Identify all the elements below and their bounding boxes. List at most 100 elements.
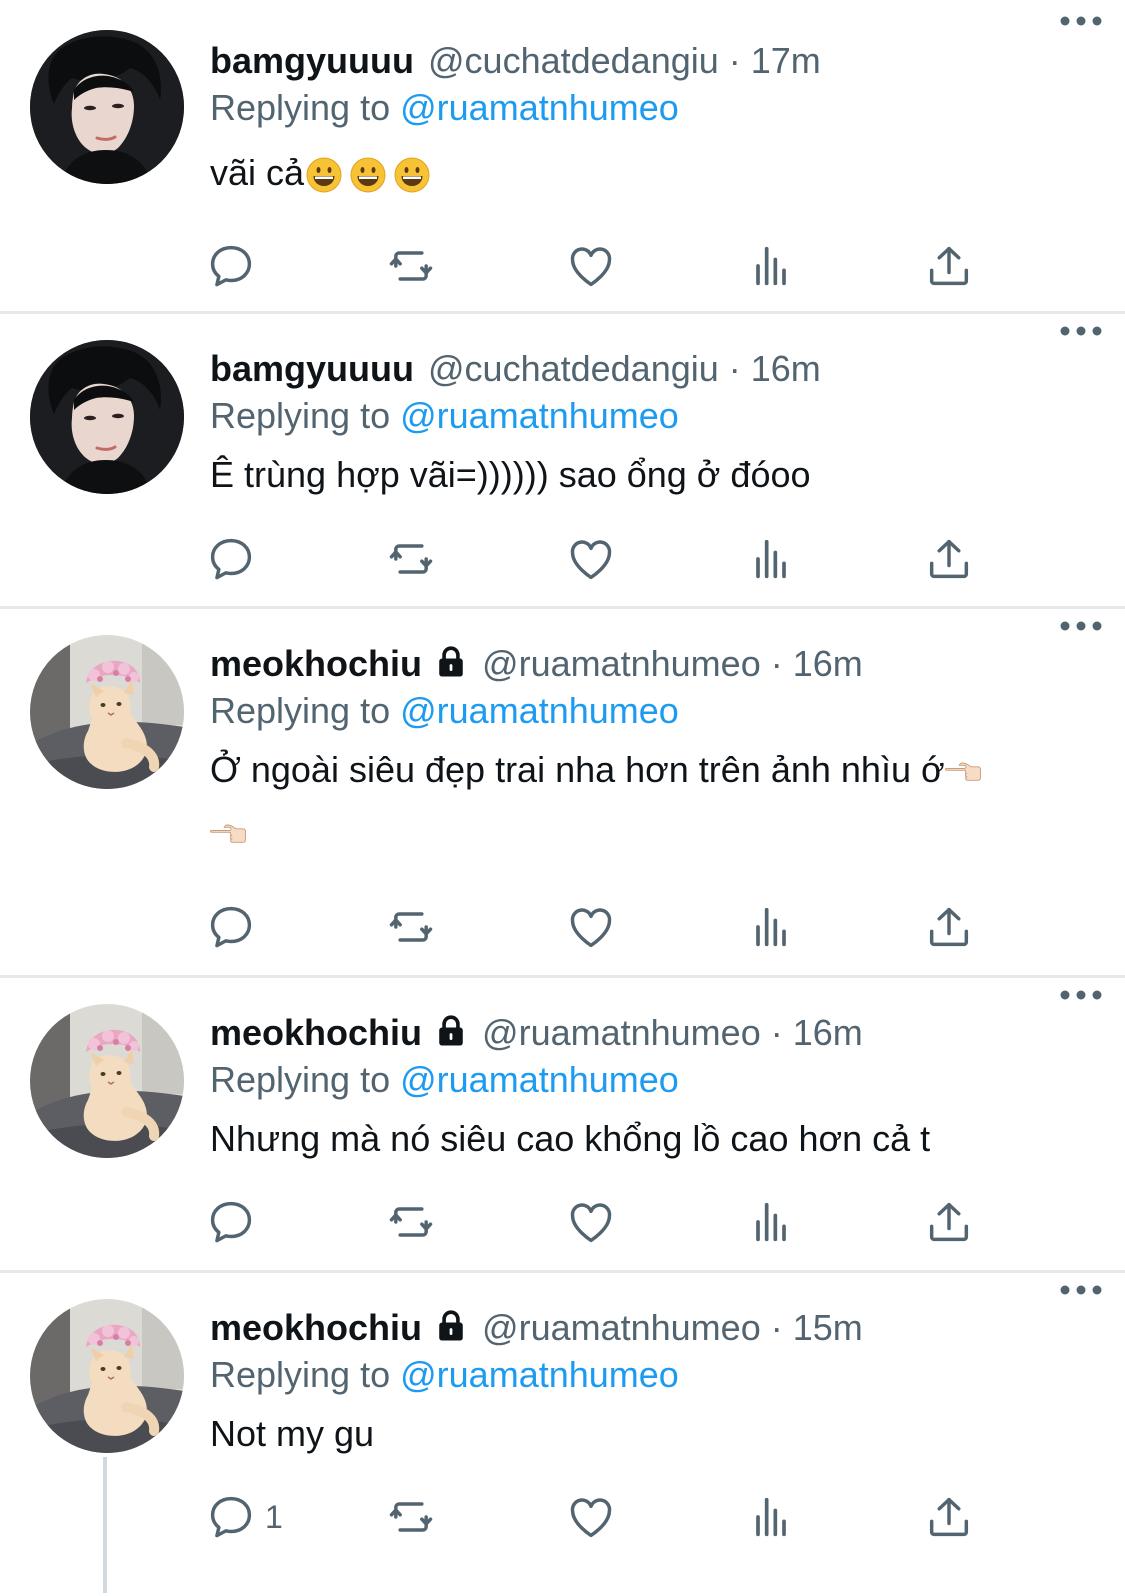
retweet-icon [385, 533, 437, 585]
replying-to-mention[interactable]: @ruamatnhumeo [400, 87, 679, 128]
avatar[interactable] [30, 30, 184, 184]
tweet-actions [205, 897, 985, 957]
replying-to-mention[interactable]: @ruamatnhumeo [400, 1059, 679, 1100]
views-button[interactable] [745, 1487, 797, 1547]
share-button[interactable] [923, 529, 975, 589]
tweet-content: bamgyuuuu @cuchatdedangiu · 16m Replying… [210, 346, 1085, 506]
like-button[interactable] [565, 897, 617, 957]
like-button[interactable] [565, 1487, 617, 1547]
share-icon [923, 1491, 975, 1543]
replying-to: Replying to @ruamatnhumeo [210, 687, 1085, 735]
avatar[interactable] [30, 635, 184, 789]
avatar[interactable] [30, 1299, 184, 1453]
share-button[interactable] [923, 236, 975, 296]
tweet-content: meokhochiu @ruamatnhumeo · 16m Replying … [210, 641, 1085, 863]
share-button[interactable] [923, 897, 975, 957]
reply-button[interactable] [205, 529, 265, 589]
tweet-header: meokhochiu @ruamatnhumeo · 15m [210, 1305, 1085, 1351]
views-button[interactable] [745, 897, 797, 957]
more-icon[interactable] [1059, 14, 1103, 28]
display-name[interactable]: meokhochiu [210, 1012, 422, 1054]
reply-button[interactable] [205, 897, 265, 957]
tweet-header: bamgyuuuu @cuchatdedangiu · 17m [210, 38, 1085, 84]
views-button[interactable] [745, 529, 797, 589]
timestamp[interactable]: 15m [793, 1307, 863, 1349]
timestamp[interactable]: 16m [793, 643, 863, 685]
user-handle[interactable]: @ruamatnhumeo [482, 1307, 761, 1349]
cat-avatar-image [30, 1004, 184, 1158]
views-icon [745, 1491, 797, 1543]
replying-to-mention[interactable]: @ruamatnhumeo [400, 395, 679, 436]
retweet-button[interactable] [385, 529, 437, 589]
grinning-face-emoji [394, 157, 430, 193]
replying-to: Replying to @ruamatnhumeo [210, 392, 1085, 440]
user-handle[interactable]: @ruamatnhumeo [482, 643, 761, 685]
user-handle[interactable]: @ruamatnhumeo [482, 1012, 761, 1054]
display-name[interactable]: bamgyuuuu [210, 40, 414, 82]
share-button[interactable] [923, 1487, 975, 1547]
display-name[interactable]: meokhochiu [210, 643, 422, 685]
views-icon [745, 901, 797, 953]
display-name[interactable]: bamgyuuuu [210, 348, 414, 390]
share-button[interactable] [923, 1192, 975, 1252]
person-avatar-image [30, 30, 184, 184]
pointing-left-emoji [945, 760, 985, 784]
cat-avatar-image [30, 1299, 184, 1453]
heart-icon [565, 901, 617, 953]
reply-button[interactable] [205, 1192, 265, 1252]
heart-icon [565, 1491, 617, 1543]
lock-icon [434, 1308, 468, 1344]
replying-to-mention[interactable]: @ruamatnhumeo [400, 1354, 679, 1395]
lock-icon [434, 1013, 468, 1049]
tweet-text: Nhưng mà nó siêu cao khổng lồ cao hơn cả… [210, 1108, 1085, 1170]
reply-icon [205, 533, 257, 585]
more-icon[interactable] [1059, 1283, 1103, 1297]
separator: · [770, 1012, 783, 1053]
like-button[interactable] [565, 1192, 617, 1252]
like-button[interactable] [565, 236, 617, 296]
more-icon[interactable] [1059, 988, 1103, 1002]
separator: · [728, 348, 741, 389]
replying-to: Replying to @ruamatnhumeo [210, 1351, 1085, 1399]
retweet-button[interactable] [385, 236, 437, 296]
more-icon[interactable] [1059, 619, 1103, 633]
tweet[interactable]: bamgyuuuu @cuchatdedangiu · 16m Replying… [0, 314, 1125, 609]
replying-to-mention[interactable]: @ruamatnhumeo [400, 690, 679, 731]
more-icon[interactable] [1059, 324, 1103, 338]
tweet-text: Not my gu [210, 1403, 1085, 1465]
replying-to: Replying to @ruamatnhumeo [210, 84, 1085, 132]
replying-prefix: Replying to [210, 690, 391, 731]
avatar[interactable] [30, 1004, 184, 1158]
timeline: bamgyuuuu @cuchatdedangiu · 17m Replying… [0, 0, 1125, 1593]
reply-icon [205, 240, 257, 292]
tweet[interactable]: meokhochiu @ruamatnhumeo · 16m Replying … [0, 609, 1125, 978]
reply-icon [205, 1196, 257, 1248]
views-button[interactable] [745, 236, 797, 296]
reply-button[interactable]: 1 [205, 1487, 283, 1547]
timestamp[interactable]: 16m [751, 348, 821, 390]
tweet[interactable]: meokhochiu @ruamatnhumeo · 15m Replying … [0, 1273, 1125, 1593]
heart-icon [565, 240, 617, 292]
views-icon [745, 533, 797, 585]
timestamp[interactable]: 17m [751, 40, 821, 82]
retweet-button[interactable] [385, 897, 437, 957]
tweet[interactable]: bamgyuuuu @cuchatdedangiu · 17m Replying… [0, 0, 1125, 314]
user-handle[interactable]: @cuchatdedangiu [428, 40, 719, 82]
like-button[interactable] [565, 529, 617, 589]
user-handle[interactable]: @cuchatdedangiu [428, 348, 719, 390]
retweet-button[interactable] [385, 1192, 437, 1252]
display-name[interactable]: meokhochiu [210, 1307, 422, 1349]
tweet[interactable]: meokhochiu @ruamatnhumeo · 16m Replying … [0, 978, 1125, 1273]
retweet-icon [385, 240, 437, 292]
tweet-actions [205, 236, 985, 296]
views-button[interactable] [745, 1192, 797, 1252]
tweet-text-content: vãi cả [210, 152, 305, 193]
replying-prefix: Replying to [210, 87, 391, 128]
timestamp[interactable]: 16m [793, 1012, 863, 1054]
views-icon [745, 1196, 797, 1248]
retweet-icon [385, 1491, 437, 1543]
share-icon [923, 240, 975, 292]
retweet-button[interactable] [385, 1487, 437, 1547]
reply-button[interactable] [205, 236, 265, 296]
avatar[interactable] [30, 340, 184, 494]
